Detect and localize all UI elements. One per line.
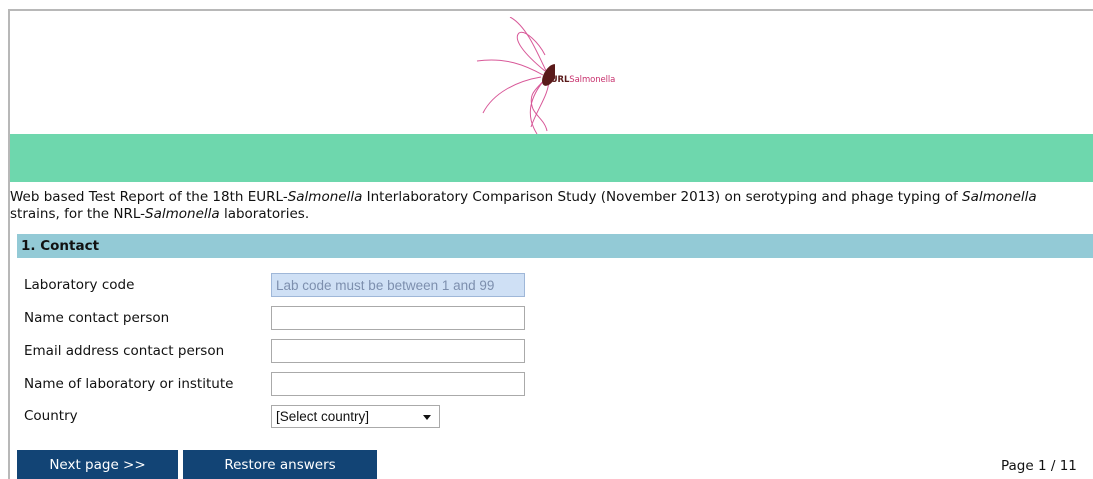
contact-name-label: Name contact person xyxy=(24,310,170,326)
lab-code-label: Laboratory code xyxy=(24,277,135,293)
section-header: 1. Contact xyxy=(17,234,1093,258)
salmonella-logo-icon xyxy=(476,17,555,135)
chevron-down-icon xyxy=(423,415,431,420)
intro-part: Web based Test Report of the 18th EURL- xyxy=(10,189,288,205)
contact-name-input[interactable] xyxy=(271,306,525,330)
logo-brand-prefix: EURL xyxy=(545,75,570,85)
intro-part: Interlaboratory Comparison Study (Novemb… xyxy=(362,189,963,205)
restore-answers-button[interactable]: Restore answers xyxy=(183,450,377,479)
intro-italic: Salmonella xyxy=(145,206,220,222)
intro-text: Web based Test Report of the 18th EURL-S… xyxy=(10,189,1090,223)
intro-part: strains, for the NRL- xyxy=(10,206,146,222)
banner-bar xyxy=(10,134,1093,182)
intro-italic: Salmonella xyxy=(287,189,363,205)
contact-email-label: Email address contact person xyxy=(24,343,225,359)
lab-name-label: Name of laboratory or institute xyxy=(24,376,234,392)
logo-header: EURLSalmonella xyxy=(10,11,1093,135)
country-label: Country xyxy=(24,408,78,424)
country-select-value: [Select country] xyxy=(276,409,370,424)
country-select[interactable]: [Select country] xyxy=(271,405,440,428)
next-page-button[interactable]: Next page >> xyxy=(17,450,178,479)
page-indicator: Page 1 / 11 xyxy=(1001,458,1077,474)
intro-italic: Salmonella xyxy=(962,189,1037,205)
page-frame: EURLSalmonella Web based Test Report of … xyxy=(8,9,1093,479)
logo-wordmark: EURLSalmonella xyxy=(545,75,615,85)
contact-email-input[interactable] xyxy=(271,339,525,363)
lab-name-input[interactable] xyxy=(271,372,525,396)
lab-code-input[interactable] xyxy=(271,273,525,297)
intro-part: laboratories. xyxy=(219,206,310,222)
logo-brand-suffix: Salmonella xyxy=(569,75,616,85)
